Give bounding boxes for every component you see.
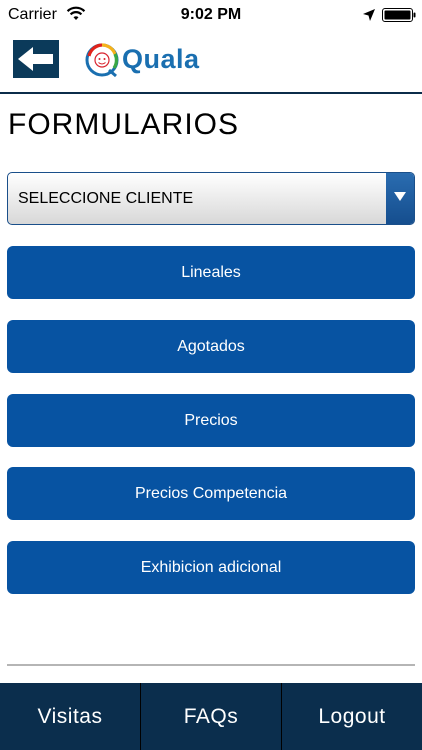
logo-text: Quala [122,44,200,74]
agotados-button[interactable]: Agotados [7,320,415,373]
client-select-value: SELECCIONE CLIENTE [18,190,194,207]
app-header: Quala [0,30,422,94]
clock: 9:02 PM [180,6,242,23]
content-divider [7,664,415,666]
quala-logo-icon [85,43,119,78]
client-select[interactable]: SELECCIONE CLIENTE [7,172,415,225]
tab-visitas[interactable]: Visitas [0,683,141,750]
battery-icon [382,8,416,22]
tab-logout[interactable]: Logout [282,683,422,750]
precios-competencia-button[interactable]: Precios Competencia [7,467,415,520]
tab-faqs[interactable]: FAQs [141,683,282,750]
precios-button[interactable]: Precios [7,394,415,447]
lineales-button[interactable]: Lineales [7,246,415,299]
status-bar: Carrier 9:02 PM [0,0,422,30]
arrow-left-icon [18,47,53,71]
bottom-tab-bar: Visitas FAQs Logout [0,683,422,750]
location-arrow-icon [363,9,375,21]
page-title: FORMULARIOS [8,108,240,141]
exhibicion-adicional-button[interactable]: Exhibicion adicional [7,541,415,594]
dropdown-toggle[interactable] [386,173,414,224]
chevron-down-icon [394,192,406,201]
back-button[interactable] [13,40,59,78]
